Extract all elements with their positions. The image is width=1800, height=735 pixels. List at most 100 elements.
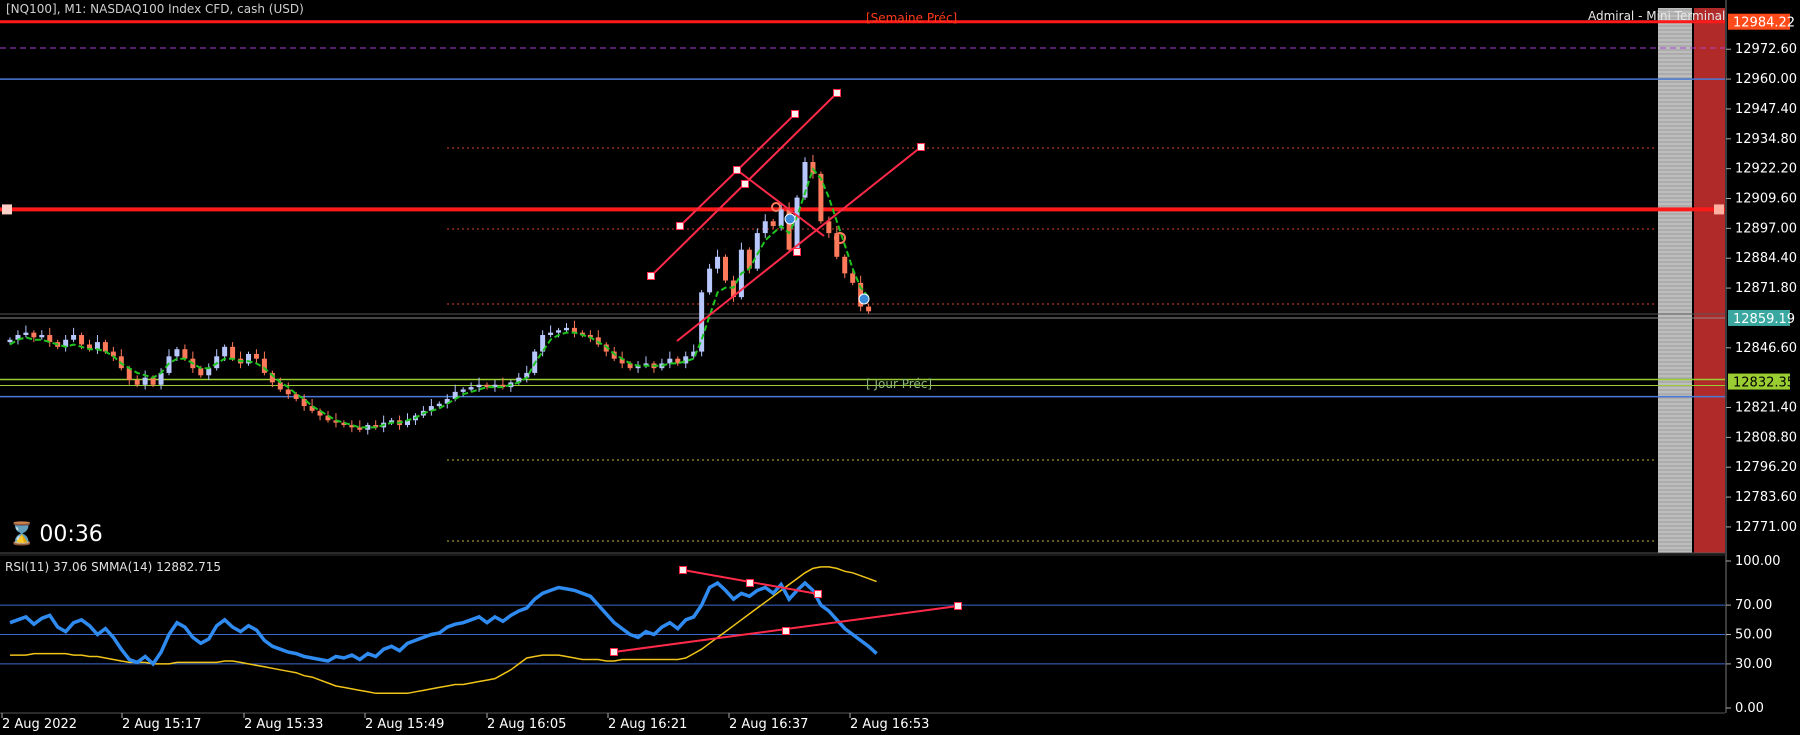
mini-terminal-label[interactable]: Admiral - Mini Terminal: [1588, 9, 1725, 23]
time-tick-label: 2 Aug 16:21: [608, 717, 687, 732]
price-tick-label: 12821.40: [1735, 401, 1797, 416]
candle-body: [158, 372, 164, 385]
candle-body: [7, 339, 13, 343]
drawing-handle: [676, 222, 684, 230]
candle-body: [39, 335, 45, 338]
previous-week-annotation: [Semaine Préc]: [866, 11, 958, 25]
candle-body: [102, 342, 108, 352]
price-tick-label: 12808.80: [1735, 430, 1797, 445]
price-tick-label: 12796.20: [1735, 460, 1797, 475]
candle-body: [707, 268, 713, 293]
candle-body: [142, 377, 148, 385]
rsi-tick-label: 30.00: [1735, 657, 1772, 672]
candle-body: [564, 327, 569, 331]
candle-body: [206, 368, 212, 376]
time-tick-label: 2 Aug 15:17: [122, 717, 201, 732]
candle-body: [850, 273, 856, 283]
candle-body: [460, 389, 466, 392]
drawing-handle: [733, 166, 741, 174]
candle-body: [476, 384, 482, 388]
time-tick-label: 2 Aug 15:33: [244, 717, 323, 732]
time-tick-label: 2 Aug 16:53: [850, 717, 929, 732]
timer-text: 00:36: [39, 522, 103, 547]
candle-body: [556, 330, 562, 333]
previous-day-annotation: [ Jour Préc]: [866, 377, 933, 391]
drawing-handle: [917, 143, 925, 151]
candle-body: [182, 349, 188, 359]
drawing-handle: [793, 248, 801, 256]
rsi-drawing-handle: [679, 566, 687, 574]
candle-body: [794, 197, 800, 250]
candle-body: [285, 389, 291, 395]
price-tick-label: 12934.80: [1735, 132, 1797, 147]
rsi-tick-label: 0.00: [1735, 701, 1764, 716]
price-tick-label: 12871.80: [1735, 281, 1797, 296]
time-tick-label: 2 Aug 16:37: [729, 717, 808, 732]
rsi-drawing-handle: [782, 627, 790, 635]
candle-body: [548, 332, 554, 335]
level-handle-right: [1714, 204, 1724, 215]
price-tick-label: 12897.00: [1735, 221, 1797, 236]
candle-body: [253, 353, 259, 359]
drawing-handle: [791, 110, 799, 118]
rsi-tick-label: 100.00: [1735, 554, 1781, 569]
sell-marker: [858, 293, 870, 305]
time-tick-label: 2 Aug 2022: [2, 717, 77, 732]
candle-timer: ⌛ 00:36: [8, 522, 103, 547]
drawing-handle: [647, 272, 655, 280]
rsi-drawing-handle: [814, 590, 822, 598]
candle-body: [293, 394, 299, 399]
price-tick-label: 12771.00: [1735, 520, 1797, 535]
candle-body: [468, 387, 474, 390]
drawing-handle: [833, 89, 841, 97]
candle-body: [79, 335, 85, 345]
chart-canvas: 12972.60 12960.00 12947.40 12934.80 12922.20…: [0, 0, 1800, 735]
price-tick-label: 12972.60: [1735, 42, 1797, 57]
candle-body: [826, 221, 832, 234]
price-tick-label: 12960.00: [1735, 72, 1797, 87]
candle-body: [134, 380, 140, 385]
time-tick-label: 2 Aug 15:49: [365, 717, 444, 732]
candle-body: [301, 398, 307, 407]
candle-body: [818, 173, 824, 222]
price-tag-label: 12859.19: [1733, 312, 1795, 327]
rsi-tick-label: 70.00: [1735, 598, 1772, 613]
time-tick-label: 2 Aug 16:05: [487, 717, 566, 732]
candle-body: [436, 403, 442, 407]
rsi-drawing-handle: [746, 579, 754, 587]
candle-body: [31, 332, 37, 338]
candle-body: [770, 221, 776, 226]
candle-body: [198, 368, 204, 376]
price-tick-label: 12783.60: [1735, 490, 1797, 505]
candle-body: [23, 332, 29, 335]
level-handle-left: [2, 204, 12, 215]
price-tag-label: 12984.22: [1733, 16, 1795, 31]
candle-body: [222, 346, 228, 357]
rsi-tick-label: 50.00: [1735, 628, 1772, 643]
terminal-red-band: [1694, 8, 1725, 553]
candle-body: [715, 256, 721, 269]
price-tick-label: 12846.60: [1735, 341, 1797, 356]
chart-background: [0, 0, 1800, 735]
price-tick-label: 12947.40: [1735, 102, 1797, 117]
candle-body: [842, 256, 848, 274]
candle-body: [174, 349, 180, 357]
price-tag-label: 12832.35: [1733, 376, 1795, 391]
rsi-indicator-label: RSI(11) 37.06 SMMA(14) 12882.715: [5, 560, 221, 574]
price-tick-label: 12884.40: [1735, 251, 1797, 266]
price-tick-label: 12909.60: [1735, 192, 1797, 207]
candle-body: [778, 209, 784, 226]
candle-body: [866, 306, 872, 312]
candle-body: [71, 335, 77, 340]
hourglass-icon: ⌛: [8, 522, 36, 547]
rsi-drawing-handle: [610, 648, 618, 656]
chart-title: [NQ100], M1: NASDAQ100 Index CFD, cash (…: [6, 2, 304, 16]
rsi-drawing-handle: [954, 602, 962, 610]
candle-body: [94, 342, 100, 350]
candle-body: [762, 221, 768, 234]
drawing-handle: [741, 180, 749, 188]
candle-body: [723, 256, 728, 281]
buy-marker: [784, 213, 796, 225]
candle-body: [230, 346, 236, 359]
price-tick-label: 12922.20: [1735, 162, 1797, 177]
